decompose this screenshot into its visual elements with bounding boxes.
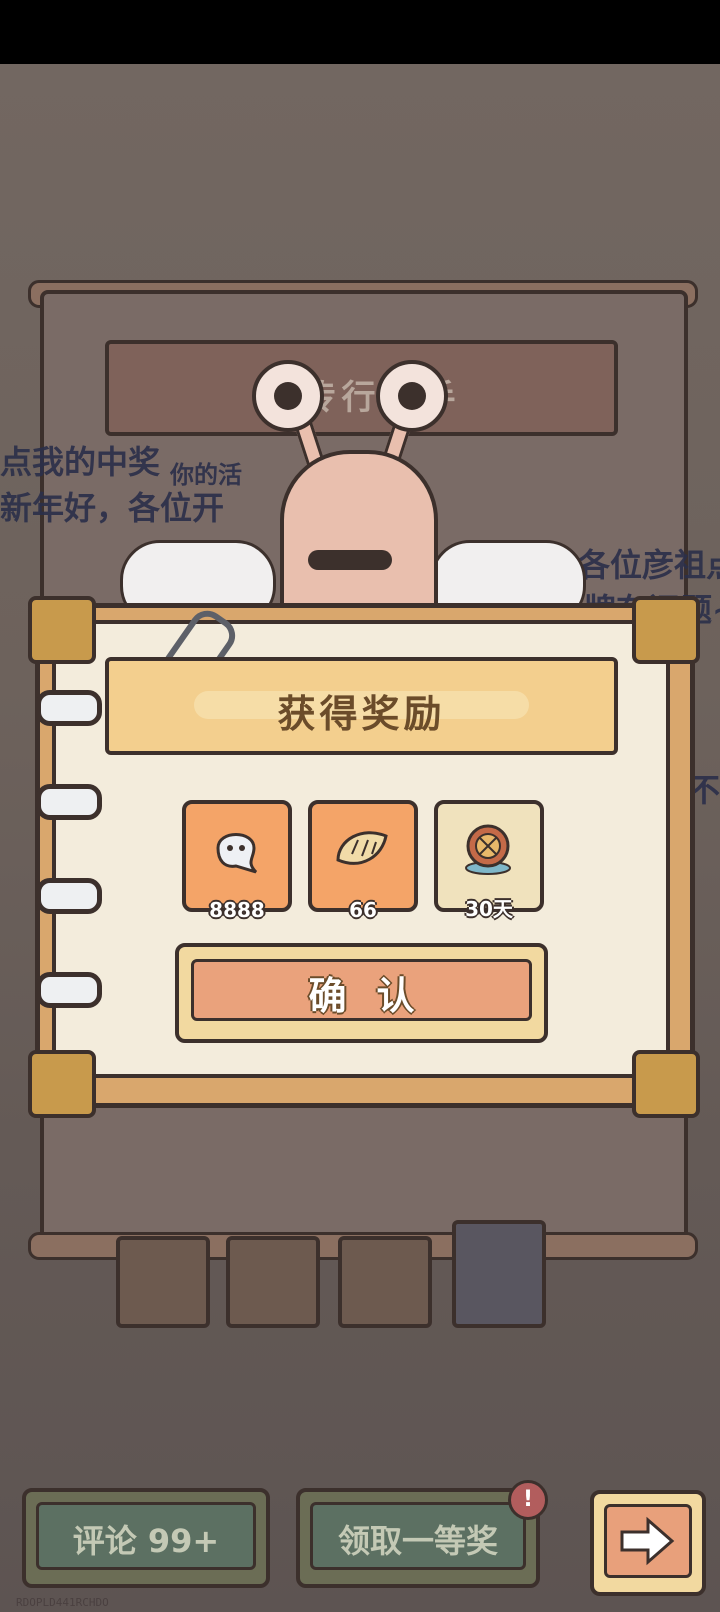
- background-text-4: 各位彦祖点: [578, 546, 720, 584]
- binder-ring: [36, 878, 102, 914]
- reward-item-ghost[interactable]: 8888: [182, 800, 292, 922]
- claim-button-label: 领取一等奖: [337, 1522, 498, 1560]
- confirm-button-label: 确认: [308, 974, 445, 1018]
- reward-item-medal[interactable]: 30天: [434, 800, 544, 921]
- reward-qty: 66: [349, 898, 377, 922]
- tab-fortune[interactable]: [226, 1236, 320, 1328]
- binder-ring: [36, 784, 102, 820]
- dumpling-icon: [336, 831, 388, 865]
- comment-button-label: 评论 99+: [72, 1522, 220, 1560]
- status-bar: [0, 0, 720, 64]
- compass-medal-icon: [465, 824, 511, 875]
- snail-body: [280, 450, 438, 628]
- notification-badge: !: [508, 1480, 548, 1520]
- snail-eye-right: [376, 360, 448, 432]
- tab-red-envelope[interactable]: [116, 1236, 210, 1328]
- arrow-right-icon: [620, 1516, 675, 1566]
- watermark-text: RDOPLD441RCHDO: [16, 1596, 109, 1609]
- snail-eye-left: [252, 360, 324, 432]
- next-arrow-button[interactable]: [590, 1490, 706, 1596]
- comment-button[interactable]: 评论 99+: [22, 1488, 270, 1588]
- tab-bowl[interactable]: [452, 1220, 546, 1328]
- snail-mascot: [120, 360, 586, 628]
- claim-first-prize-button[interactable]: 领取一等奖: [296, 1488, 540, 1588]
- tab-lantern[interactable]: [338, 1236, 432, 1328]
- reward-item-dumpling[interactable]: 66: [308, 800, 418, 922]
- corner-bottom-right: [632, 1050, 700, 1118]
- corner-top-left: [28, 596, 96, 664]
- corner-top-right: [632, 596, 700, 664]
- reward-qty: 30天: [465, 897, 513, 921]
- binder-ring: [36, 690, 102, 726]
- binder-ring: [36, 972, 102, 1008]
- dialog-header: 获得奖励: [105, 657, 618, 755]
- corner-bottom-left: [28, 1050, 96, 1118]
- reward-qty: 8888: [209, 898, 265, 922]
- confirm-button[interactable]: 确认: [175, 943, 548, 1043]
- snail-mouth: [308, 550, 392, 570]
- dialog-title: 获得奖励: [277, 692, 446, 736]
- ghost-icon: [216, 833, 258, 874]
